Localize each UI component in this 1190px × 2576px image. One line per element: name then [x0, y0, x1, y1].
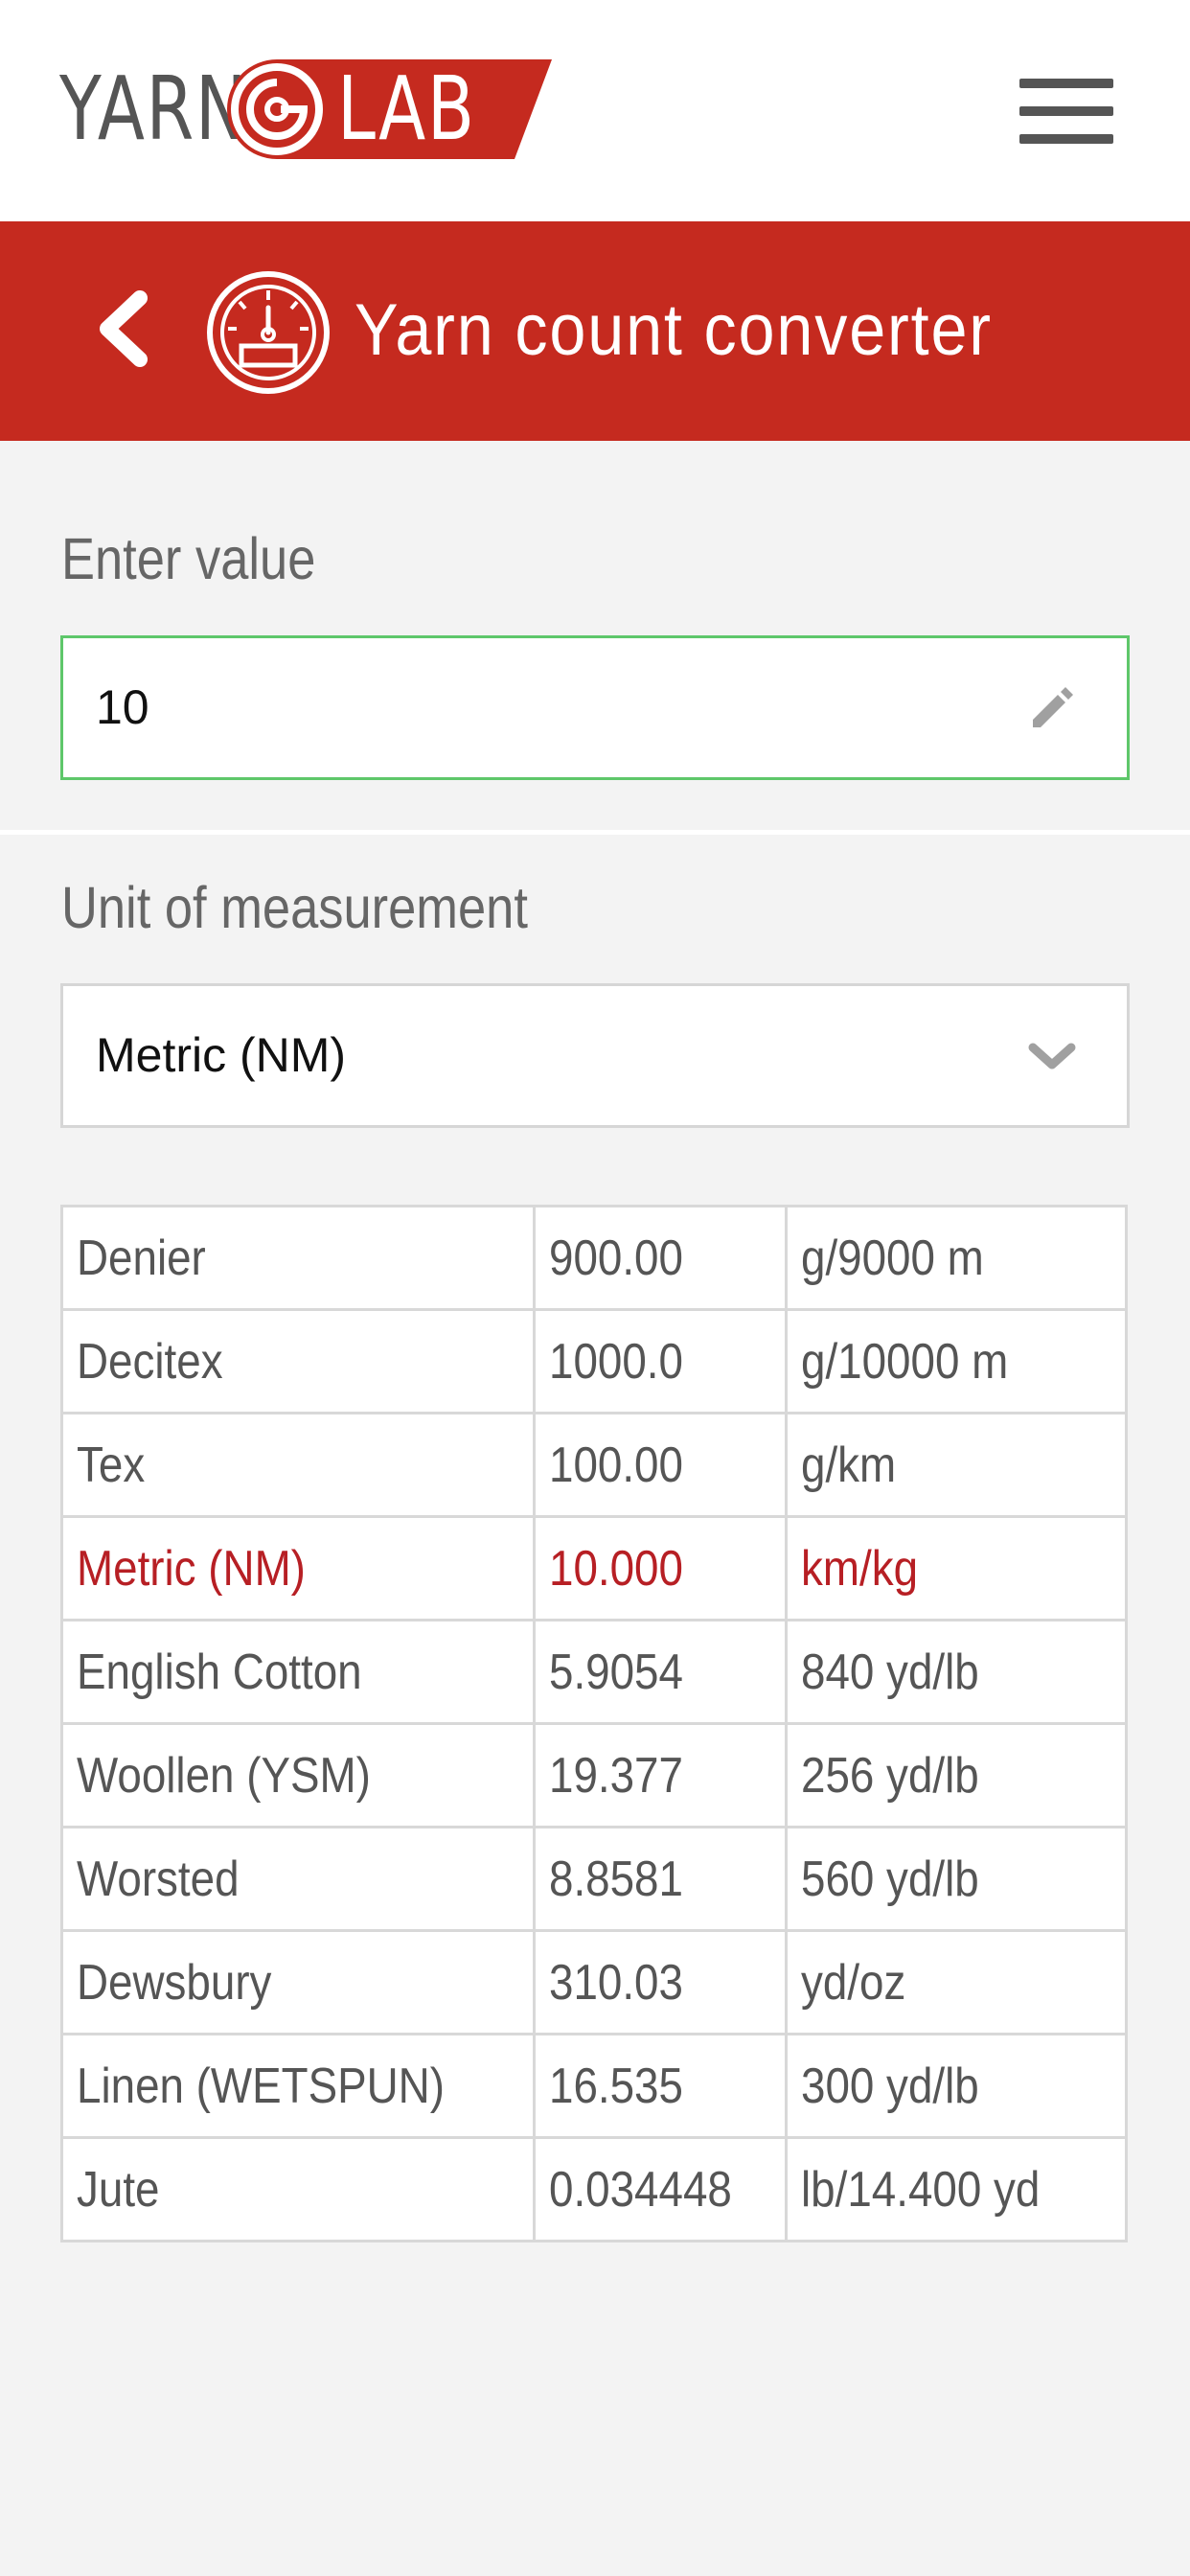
unit-name-cell: Linen (WETSPUN) — [59, 2033, 537, 2139]
unit-name-cell-text: Woollen (YSM) — [77, 1747, 371, 1804]
table-row: Denier 900.00 g/9000 m — [59, 1205, 1128, 1311]
unit-cell-text: 256 yd/lb — [801, 1747, 980, 1804]
results-table: Denier 900.00 g/9000 m Decitex 1000.0 g/10000… — [59, 1205, 1128, 2242]
unit-cell: lb/14.400 yd — [785, 2136, 1128, 2242]
logo-text-yarn: YARN — [59, 58, 249, 160]
value-cell: 1000.0 — [533, 1308, 789, 1414]
value-cell: 900.00 — [533, 1205, 789, 1311]
unit-name-cell-text: Denier — [77, 1230, 206, 1286]
value-cell-text: 5.9054 — [549, 1644, 684, 1700]
value-cell: 5.9054 — [533, 1619, 789, 1725]
chevron-down-icon[interactable] — [1025, 1034, 1079, 1080]
unit-name-cell: English Cotton — [59, 1619, 537, 1725]
value-input-text[interactable]: 10 — [96, 638, 149, 777]
unit-name-cell-text: English Cotton — [77, 1644, 362, 1700]
unit-name-cell: Denier — [59, 1205, 537, 1311]
unit-name-cell: Decitex — [59, 1308, 537, 1414]
unit-name-cell: Woollen (YSM) — [59, 1722, 537, 1828]
value-cell: 8.8581 — [533, 1826, 789, 1932]
value-cell-text: 0.034448 — [549, 2161, 732, 2218]
enter-value-label: Enter value — [61, 526, 316, 591]
value-cell: 10.000 — [533, 1515, 789, 1622]
table-row: Woollen (YSM) 19.377 256 yd/lb — [59, 1722, 1128, 1828]
table-row: Jute 0.034448 lb/14.400 yd — [59, 2136, 1128, 2242]
unit-cell: km/kg — [785, 1515, 1128, 1622]
unit-cell-text: g/10000 m — [801, 1333, 1009, 1390]
unit-cell: yd/oz — [785, 1929, 1128, 2036]
unit-cell-text: yd/oz — [801, 1954, 906, 2011]
value-cell-text: 310.03 — [549, 1954, 684, 2011]
value-cell: 16.535 — [533, 2033, 789, 2139]
gauge-icon — [205, 269, 332, 396]
table-row: Worsted 8.8581 560 yd/lb — [59, 1826, 1128, 1932]
value-cell-text: 100.00 — [549, 1437, 684, 1493]
value-cell-text: 1000.0 — [549, 1333, 684, 1390]
unit-cell: g/10000 m — [785, 1308, 1128, 1414]
value-cell-text: 16.535 — [549, 2058, 684, 2114]
unit-cell: g/km — [785, 1412, 1128, 1518]
unit-name-cell-text: Tex — [77, 1437, 146, 1493]
unit-name-cell: Dewsbury — [59, 1929, 537, 2036]
table-row: Dewsbury 310.03 yd/oz — [59, 1929, 1128, 2036]
table-row: Tex 100.00 g/km — [59, 1412, 1128, 1518]
pencil-icon — [1025, 681, 1079, 735]
unit-cell: g/9000 m — [785, 1205, 1128, 1311]
unit-cell-text: g/9000 m — [801, 1230, 985, 1286]
unit-cell-text: lb/14.400 yd — [801, 2161, 1041, 2218]
value-cell-text: 900.00 — [549, 1230, 684, 1286]
unit-name-cell-text: Decitex — [77, 1333, 223, 1390]
unit-name-cell: Metric (NM) — [59, 1515, 537, 1622]
yarnlab-logo[interactable]: YARN LAB — [59, 59, 552, 159]
value-cell-text: 10.000 — [549, 1540, 684, 1597]
unit-name-cell: Worsted — [59, 1826, 537, 1932]
unit-cell: 560 yd/lb — [785, 1826, 1128, 1932]
unit-name-cell-text: Linen (WETSPUN) — [77, 2058, 445, 2114]
value-input[interactable]: 10 — [60, 635, 1130, 780]
unit-select-value[interactable]: Metric (NM) — [96, 986, 346, 1125]
unit-cell: 840 yd/lb — [785, 1619, 1128, 1725]
value-cell-text: 19.377 — [549, 1747, 684, 1804]
unit-cell-text: 560 yd/lb — [801, 1851, 980, 1907]
unit-name-cell: Tex — [59, 1412, 537, 1518]
unit-cell-text: g/km — [801, 1437, 897, 1493]
table-row: English Cotton 5.9054 840 yd/lb — [59, 1619, 1128, 1725]
page-title: Yarn count converter — [355, 289, 993, 371]
value-cell: 310.03 — [533, 1929, 789, 2036]
logo-text-lab: LAB — [337, 58, 476, 160]
table-row: Metric (NM) 10.000 km/kg — [59, 1515, 1128, 1622]
unit-label: Unit of measurement — [61, 875, 528, 940]
section-divider — [0, 830, 1190, 835]
top-bar: YARN LAB — [0, 0, 1190, 221]
unit-cell-text: 300 yd/lb — [801, 2058, 980, 2114]
unit-cell: 300 yd/lb — [785, 2033, 1128, 2139]
value-cell: 19.377 — [533, 1722, 789, 1828]
unit-name-cell-text: Dewsbury — [77, 1954, 272, 2011]
unit-select[interactable]: Metric (NM) — [60, 983, 1130, 1128]
unit-cell-text: km/kg — [801, 1540, 919, 1597]
hamburger-menu-icon[interactable] — [1019, 79, 1115, 144]
value-cell-text: 8.8581 — [549, 1851, 684, 1907]
unit-name-cell: Jute — [59, 2136, 537, 2242]
chevron-left-icon[interactable] — [94, 290, 151, 367]
value-cell: 0.034448 — [533, 2136, 789, 2242]
unit-cell: 256 yd/lb — [785, 1722, 1128, 1828]
unit-name-cell-text: Worsted — [77, 1851, 240, 1907]
unit-cell-text: 840 yd/lb — [801, 1644, 980, 1700]
unit-name-cell-text: Jute — [77, 2161, 160, 2218]
table-row: Decitex 1000.0 g/10000 m — [59, 1308, 1128, 1414]
value-cell: 100.00 — [533, 1412, 789, 1518]
unit-name-cell-text: Metric (NM) — [77, 1540, 306, 1597]
table-row: Linen (WETSPUN) 16.535 300 yd/lb — [59, 2033, 1128, 2139]
